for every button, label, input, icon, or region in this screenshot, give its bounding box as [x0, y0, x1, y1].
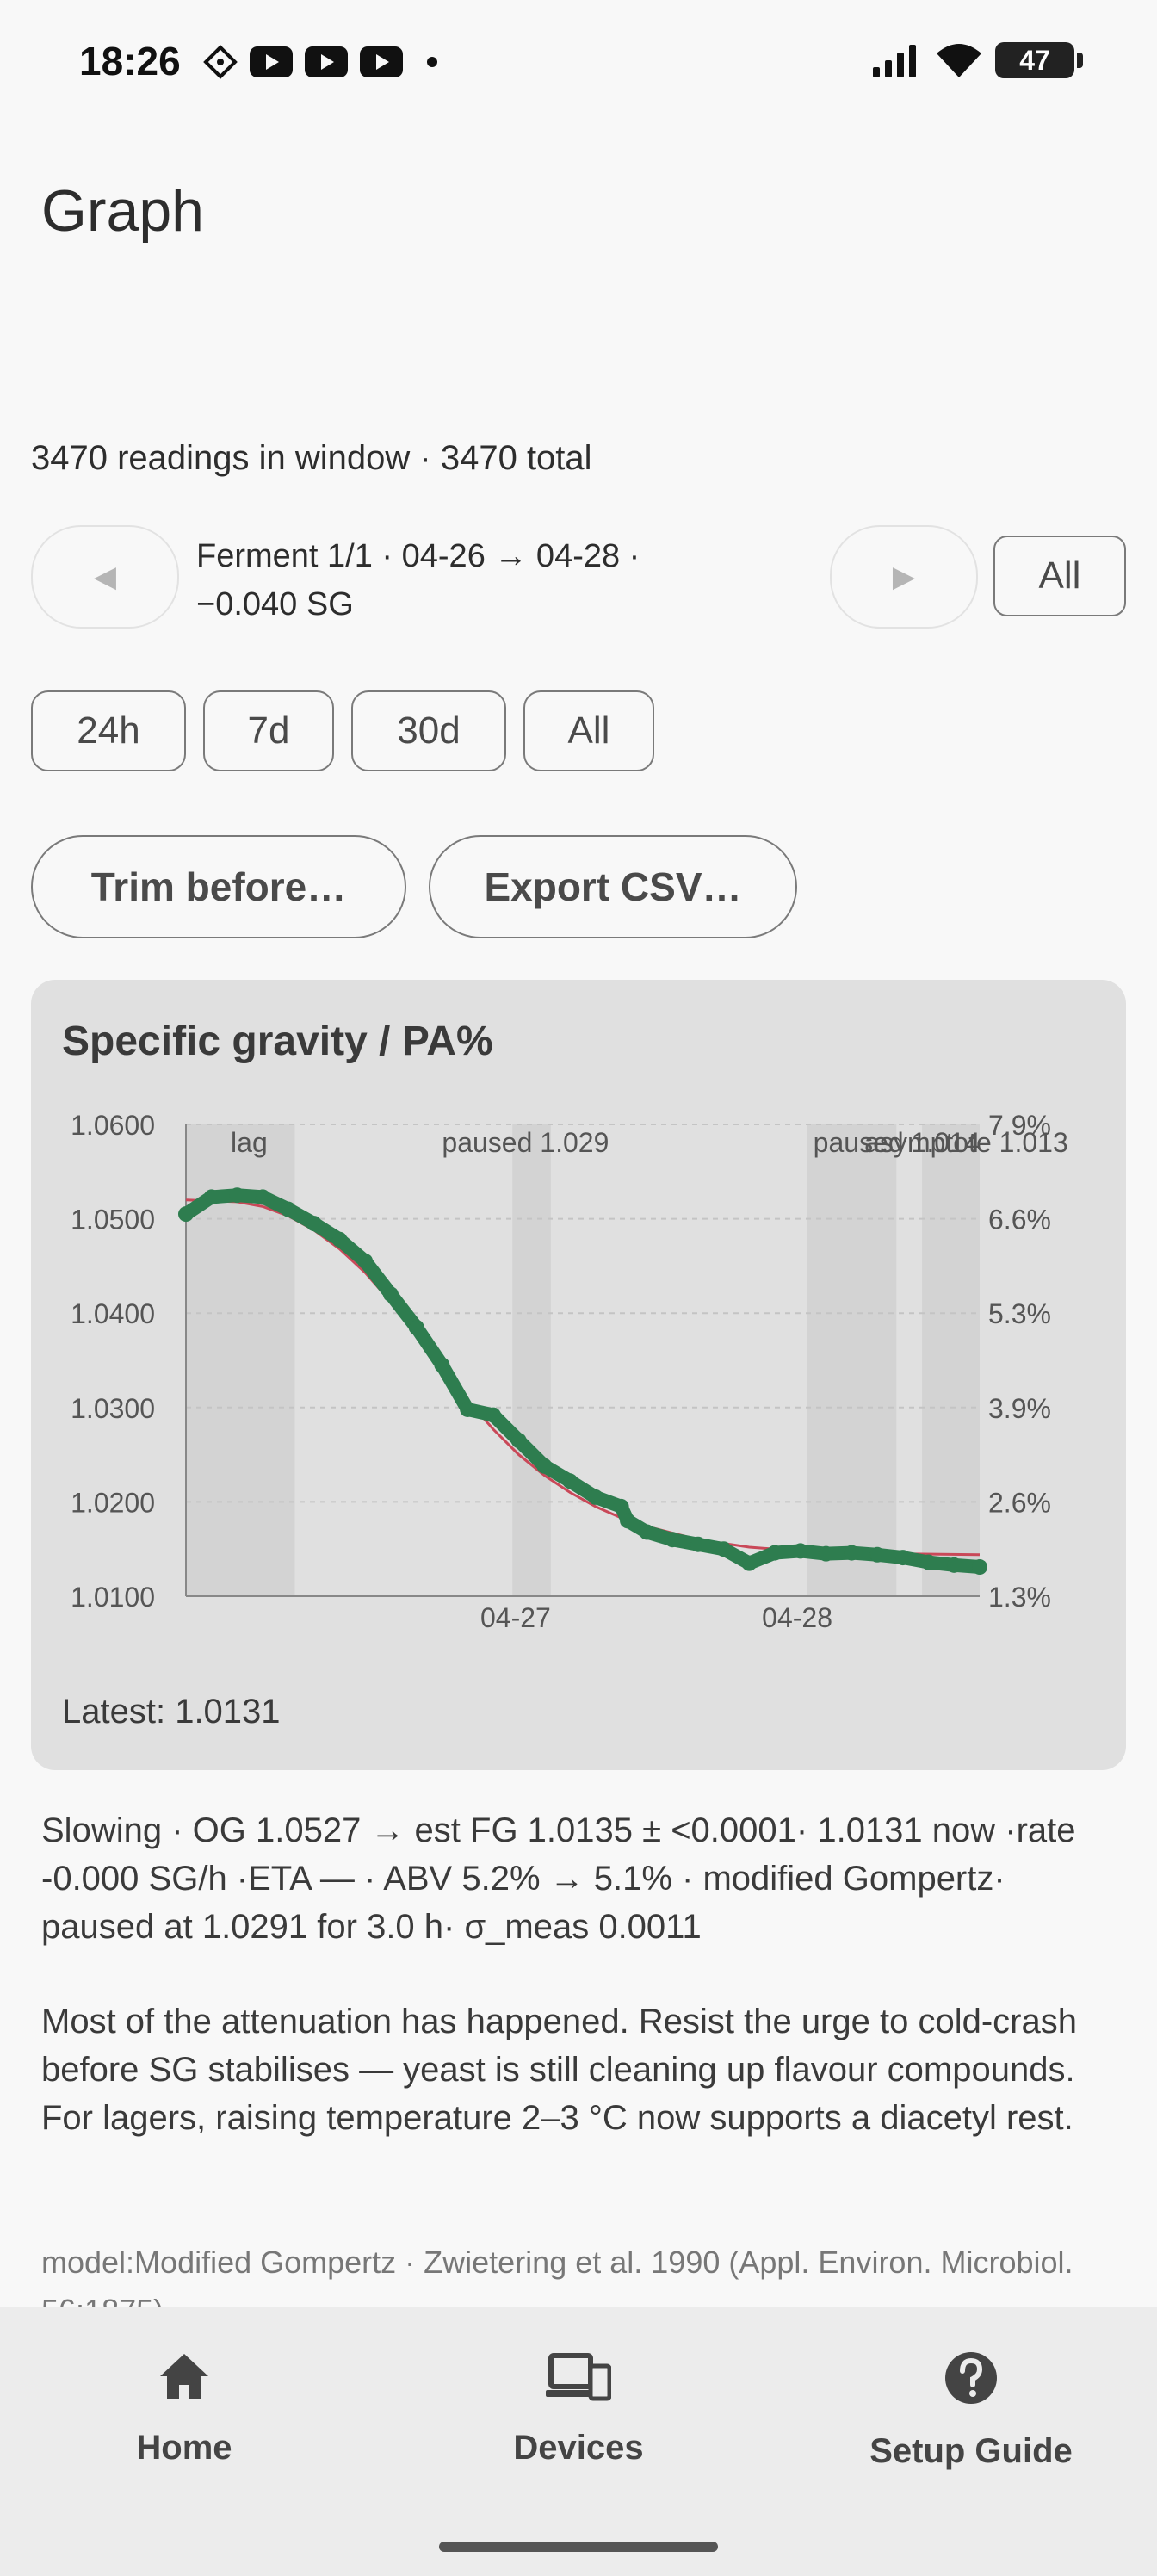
- x-ticks: 04-27 04-28: [480, 1602, 832, 1633]
- fermentation-advice: Most of the attenuation has happened. Re…: [41, 2003, 1077, 2137]
- readings-count: 3470 readings in window · 3470 total: [31, 439, 592, 477]
- range-24h-button[interactable]: 24h: [31, 690, 186, 771]
- pause-bands: [186, 1124, 980, 1596]
- range-7d-button[interactable]: 7d: [203, 690, 334, 771]
- fermentation-summary: Slowing · OG 1.0527 → est FG 1.0135 ± <0…: [41, 1811, 1076, 1946]
- y-tick-label: 1.0400: [71, 1298, 155, 1329]
- page-title: Graph: [41, 178, 204, 244]
- ferment-info-range: Ferment 1/1 · 04-26 → 04-28 ·: [196, 538, 640, 574]
- y-tick-label: 1.0300: [71, 1393, 155, 1424]
- help-icon: [945, 2352, 997, 2404]
- y-right-tick-label: 5.3%: [988, 1298, 1051, 1329]
- nav-setup-guide-label: Setup Guide: [869, 2432, 1073, 2470]
- nav-setup-guide[interactable]: Setup Guide: [842, 2350, 1100, 2471]
- status-bar: 18:26 47: [0, 0, 1157, 129]
- nav-devices-label: Devices: [513, 2429, 644, 2467]
- y-right-tick-label: 3.9%: [988, 1393, 1051, 1424]
- asymptote-band: [922, 1124, 980, 1596]
- wifi-icon: [937, 44, 981, 77]
- nav-home[interactable]: Home: [55, 2350, 313, 2468]
- pause-band: [807, 1124, 897, 1596]
- chart-annotation: lag: [231, 1127, 268, 1158]
- y-right-tick-label: 1.3%: [988, 1582, 1051, 1613]
- status-time: 18:26: [79, 39, 181, 84]
- previous-ferment-button[interactable]: ◀: [31, 525, 179, 629]
- x-tick-label: 04-27: [480, 1602, 551, 1633]
- y-right-ticks: 7.9%6.6%5.3%3.9%2.6%1.3%: [988, 1110, 1051, 1613]
- pause-band: [512, 1124, 551, 1596]
- youtube-icon: [360, 46, 403, 77]
- signal-icon: [873, 45, 916, 77]
- ferment-info: Ferment 1/1 · 04-26 → 04-28 · −0.040 SG: [196, 532, 713, 629]
- y-tick-label: 1.0600: [71, 1110, 155, 1141]
- y-tick-label: 1.0200: [71, 1487, 155, 1518]
- more-notifications-icon: [427, 57, 437, 67]
- next-ferment-button[interactable]: ▶: [830, 525, 978, 629]
- export-csv-button[interactable]: Export CSV…: [429, 835, 797, 938]
- y-tick-label: 1.0500: [71, 1204, 155, 1235]
- app-notification-icon: [203, 45, 238, 79]
- bottom-navigation: Home Devices Setup Guide: [0, 2307, 1157, 2576]
- chart-annotation: asymptote 1.013: [864, 1127, 1068, 1158]
- youtube-icon: [305, 46, 348, 77]
- chart-card: Specific gravity / PA% 1.0600 1.0500 1.040…: [31, 980, 1126, 1770]
- nav-devices[interactable]: Devices: [449, 2350, 708, 2468]
- battery-icon: 47: [995, 42, 1083, 78]
- home-icon: [160, 2354, 208, 2399]
- y-right-tick-label: 6.6%: [988, 1204, 1051, 1235]
- sg-point: [972, 1559, 987, 1576]
- x-tick-label: 04-28: [762, 1602, 832, 1633]
- y-left-ticks: 1.0600 1.0500 1.0400 1.0300 1.0200 1.0100: [71, 1110, 155, 1613]
- y-right-tick-label: 2.6%: [988, 1487, 1051, 1518]
- notification-icons: [203, 45, 437, 79]
- chart-annotations: lag paused 1.029 paused 1.014asymptote 1.0…: [231, 1127, 1068, 1158]
- system-icons: 47: [873, 41, 1083, 79]
- all-ferments-button[interactable]: All: [993, 536, 1126, 616]
- nav-home-label: Home: [136, 2429, 232, 2467]
- ferment-info-delta: −0.040 SG: [196, 586, 354, 622]
- model-citation: model:Modified Gompertz · Zwietering et …: [41, 2245, 1073, 2311]
- range-all-button[interactable]: All: [523, 690, 654, 771]
- youtube-icon: [250, 46, 293, 77]
- chart-annotation: paused 1.029: [442, 1127, 609, 1158]
- trim-before-button[interactable]: Trim before…: [31, 835, 406, 938]
- gesture-bar[interactable]: [439, 2542, 718, 2552]
- y-tick-label: 1.0100: [71, 1582, 155, 1613]
- sg-chart: 1.06001.05001.04001.03001.02001.0100 7.9…: [71, 1110, 1068, 1633]
- latest-reading: Latest: 1.0131: [62, 1693, 281, 1731]
- range-30d-button[interactable]: 30d: [351, 690, 506, 771]
- devices-icon: [546, 2353, 612, 2401]
